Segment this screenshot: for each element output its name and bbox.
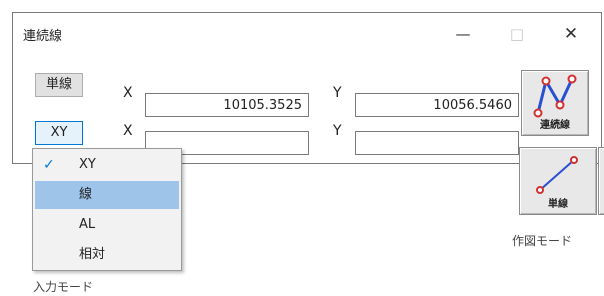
menu-item-xy[interactable]: ✓ XY — [35, 151, 179, 179]
y-label-row1: Y — [333, 85, 342, 101]
y-coordinate-field-row1[interactable] — [355, 93, 519, 117]
menu-item-line[interactable]: 線 — [35, 181, 179, 209]
input-mode-caption: 入力モード — [33, 280, 94, 294]
checkmark-icon: ✓ — [43, 157, 55, 173]
menu-item-label: AL — [79, 217, 96, 232]
polyline-icon — [533, 74, 577, 118]
menu-item-label: XY — [79, 157, 96, 172]
input-mode-button[interactable]: XY — [35, 121, 83, 145]
minimize-button[interactable]: — — [445, 23, 481, 45]
menu-item-relative[interactable]: 相対 — [35, 241, 179, 269]
line-mode-button[interactable]: 単線 — [35, 73, 83, 97]
window-title: 連続線 — [23, 29, 63, 44]
x-label-row2: X — [123, 123, 133, 139]
menu-item-label: 相対 — [79, 247, 106, 262]
dialog-window: 連続線 — □ ✕ 単線 XY X Y X Y — [12, 12, 602, 164]
y-label-row2: Y — [333, 123, 342, 139]
x-label-row1: X — [123, 85, 133, 101]
input-mode-dropdown-menu: ✓ XY 線 AL 相対 — [32, 148, 182, 271]
draw-mode-caption: 作図モード — [512, 234, 573, 248]
maximize-button[interactable]: □ — [499, 23, 535, 45]
partial-tool-button[interactable] — [598, 147, 604, 215]
x-coordinate-field-row1[interactable] — [145, 93, 309, 117]
continuous-line-tool-label: 連続線 — [540, 120, 570, 131]
menu-item-al[interactable]: AL — [35, 211, 179, 239]
y-coordinate-field-row2[interactable] — [355, 131, 519, 155]
close-button[interactable]: ✕ — [553, 23, 589, 45]
single-line-tool-label: 単線 — [548, 199, 568, 210]
continuous-line-tool-button[interactable]: 連続線 — [521, 70, 589, 136]
line-segment-icon — [536, 156, 578, 194]
menu-item-label: 線 — [79, 187, 93, 202]
single-line-tool-button[interactable]: 単線 — [519, 147, 597, 215]
